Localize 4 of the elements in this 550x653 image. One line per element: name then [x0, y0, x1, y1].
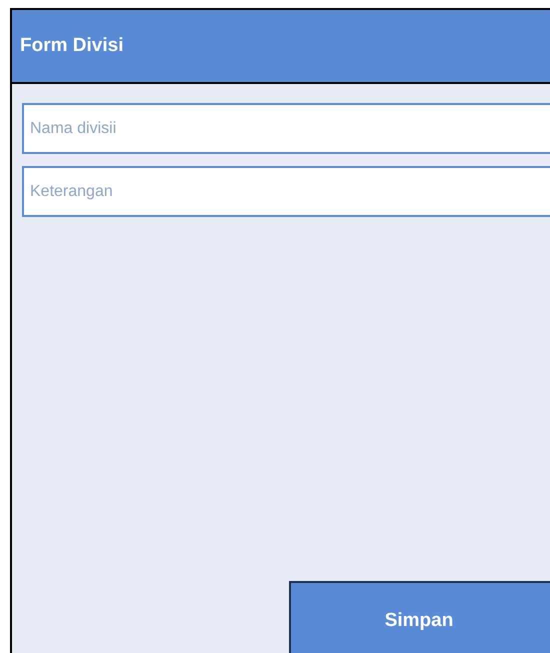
text-field[interactable]: Keterangan	[22, 166, 550, 217]
text-field[interactable]: Nama divisii	[22, 103, 550, 154]
save-button[interactable]: Simpan	[289, 581, 550, 653]
form-title: Form Divisi	[20, 34, 124, 58]
